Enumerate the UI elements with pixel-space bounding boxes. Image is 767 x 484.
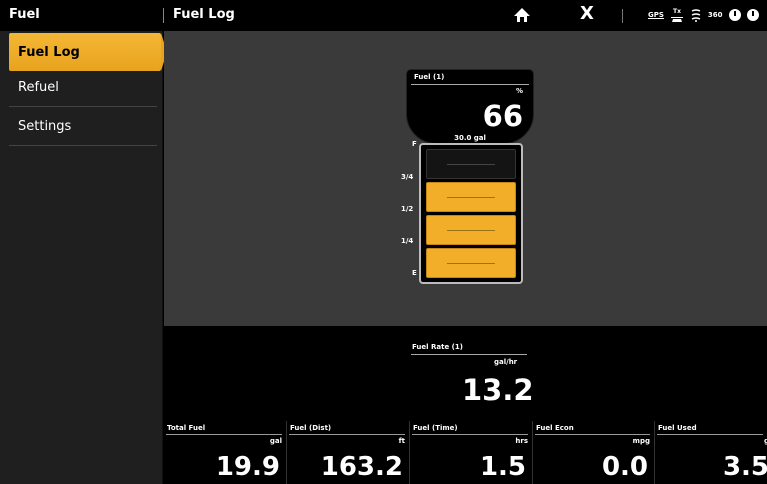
- data-box-fuel-used[interactable]: Fuel Used g 3.5: [654, 421, 767, 484]
- app-title: Fuel: [9, 7, 40, 22]
- data-box-value: 3.5: [722, 452, 767, 482]
- sidebar-item-fuel-log[interactable]: Fuel Log: [9, 33, 167, 71]
- data-box-fuel-econ[interactable]: Fuel Econ mpg 0.0: [532, 421, 654, 484]
- data-box-fuel-dist[interactable]: Fuel (Dist) ft 163.2: [286, 421, 409, 484]
- data-box-label: Fuel Econ: [536, 424, 574, 432]
- fuel-rate-unit: gal/hr: [494, 358, 518, 366]
- fuel-volume: 30.0 gal: [454, 134, 486, 142]
- fuel-tank-gauge: [419, 143, 523, 284]
- tank-segment-4: [426, 149, 516, 179]
- data-box-divider: [412, 434, 528, 435]
- close-icon[interactable]: X: [580, 3, 594, 25]
- data-box-label: Fuel Used: [658, 424, 697, 432]
- data-box-unit: ft: [398, 437, 405, 445]
- data-box-value: 163.2: [320, 452, 403, 482]
- gps-icon: GPS: [648, 11, 664, 19]
- page-title: Fuel Log: [173, 7, 235, 22]
- fuel-rate-divider: [411, 354, 527, 355]
- tank-segment-3: [426, 182, 516, 212]
- fuel-level-value: 66: [482, 99, 523, 133]
- fuel-rate-value: 13.2: [462, 373, 534, 407]
- fuel-level-readout: Fuel (1) % 66 30.0 gal: [406, 69, 534, 144]
- tick-empty: E: [412, 269, 417, 277]
- data-box-label: Total Fuel: [167, 424, 206, 432]
- status-divider: [622, 9, 623, 23]
- fuel-level-label: Fuel (1): [414, 73, 445, 81]
- readout-divider: [411, 84, 529, 85]
- fuel-level-unit: %: [515, 87, 523, 95]
- tick-three-quarter: 3/4: [401, 173, 414, 181]
- tick-half: 1/2: [401, 205, 414, 213]
- data-box-value: 0.0: [601, 452, 648, 482]
- alarm-icon: [746, 9, 759, 21]
- sonar-icon: [691, 9, 701, 22]
- title-bar: Fuel Fuel Log X GPS Tx 360: [0, 0, 767, 31]
- fuel-gauge-panel: Fuel (1) % 66 30.0 gal F 3/4 1/2 1/4 E: [164, 31, 767, 326]
- transducer-icon: Tx: [670, 8, 683, 22]
- data-box-fuel-time[interactable]: Fuel (Time) hrs 1.5: [409, 421, 532, 484]
- data-box-total-fuel[interactable]: Total Fuel gal 19.9: [164, 421, 286, 484]
- data-box-divider: [166, 434, 282, 435]
- data-box-unit: gal: [269, 437, 282, 445]
- status-icons: GPS Tx 360: [648, 6, 759, 24]
- 360-imaging-icon: 360: [707, 11, 723, 19]
- data-box-unit: hrs: [515, 437, 528, 445]
- data-box-divider: [289, 434, 405, 435]
- data-box-divider: [657, 434, 763, 435]
- sidebar: Fuel Log Refuel Settings: [0, 31, 167, 484]
- fuel-rate-label: Fuel Rate (1): [412, 343, 463, 351]
- home-icon[interactable]: [513, 6, 531, 24]
- tick-quarter: 1/4: [401, 237, 414, 245]
- tick-full: F: [412, 140, 417, 148]
- fuel-rate-panel: Fuel Rate (1) gal/hr 13.2: [164, 326, 767, 421]
- data-box-value: 1.5: [479, 452, 526, 482]
- data-bar: Total Fuel gal 19.9 Fuel (Dist) ft 163.2…: [164, 421, 767, 484]
- tx-label: Tx: [673, 8, 681, 15]
- chart-icon: [728, 9, 741, 21]
- data-box-value: 19.9: [215, 452, 280, 482]
- sidebar-item-settings[interactable]: Settings: [9, 108, 157, 146]
- data-box-unit: mpg: [632, 437, 650, 445]
- data-box-divider: [535, 434, 650, 435]
- data-box-label: Fuel (Dist): [290, 424, 332, 432]
- tank-segment-1: [426, 248, 516, 278]
- data-box-label: Fuel (Time): [413, 424, 458, 432]
- tank-segment-2: [426, 215, 516, 245]
- title-divider: [163, 8, 164, 23]
- sidebar-item-refuel[interactable]: Refuel: [9, 69, 157, 107]
